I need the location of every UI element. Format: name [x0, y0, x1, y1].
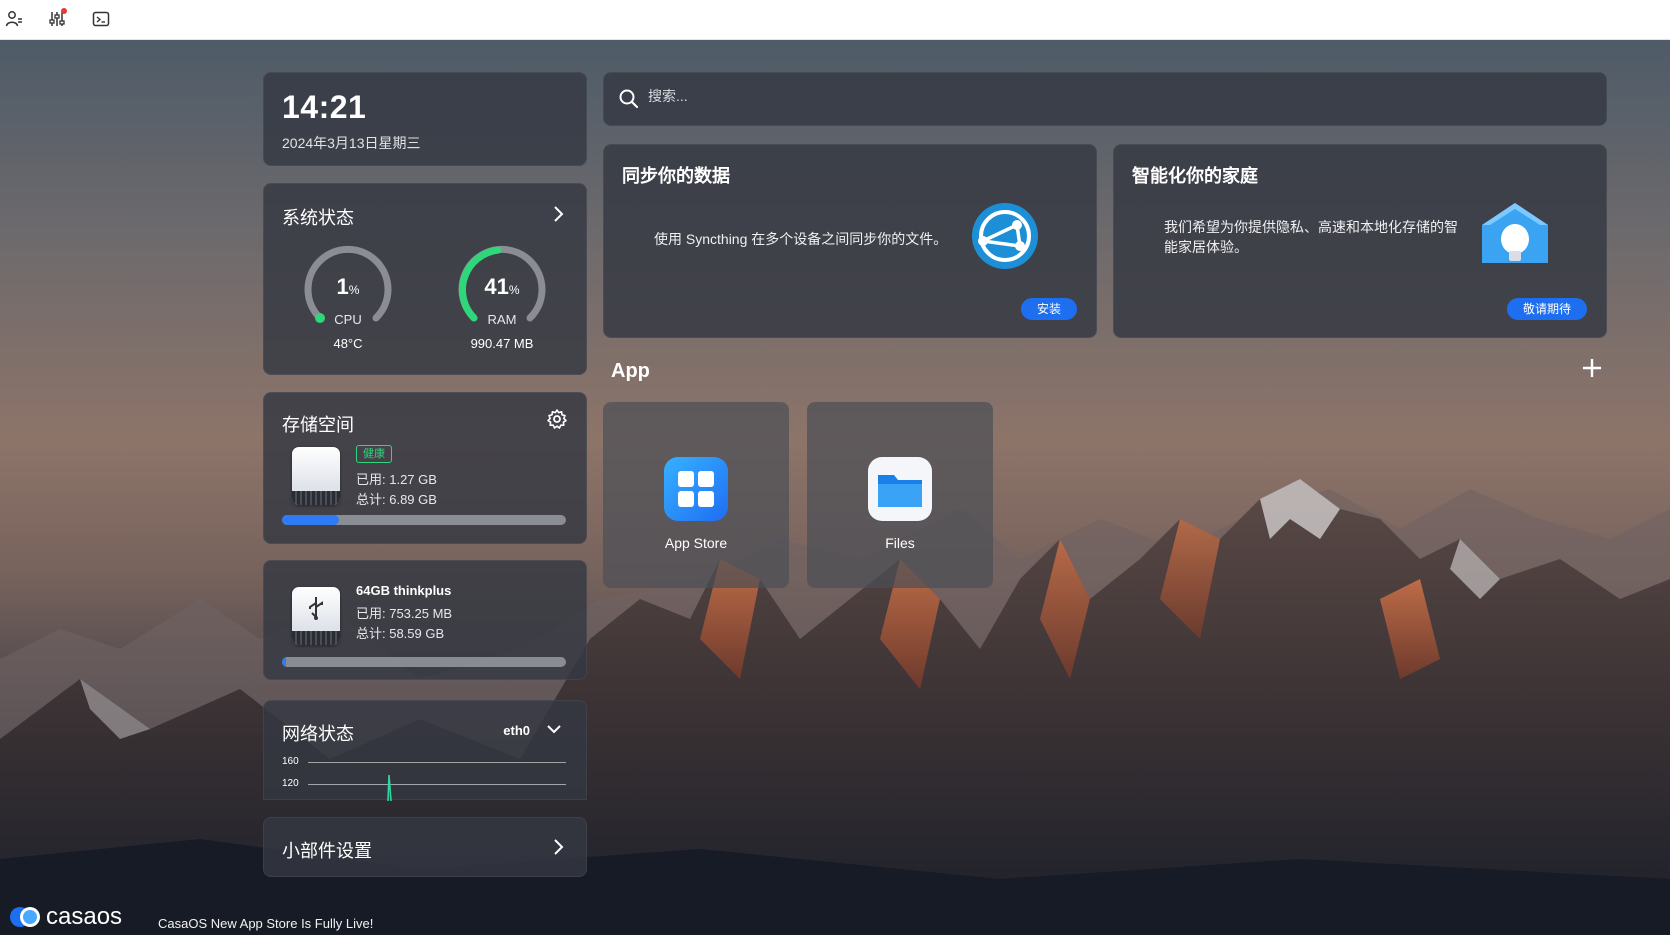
system-status-widget: 系统状态 1% CPU 48°C 41% RAM 990.47 MB: [263, 183, 587, 375]
ram-value: 41%: [484, 274, 520, 299]
network-title: 网络状态: [282, 724, 354, 744]
ram-label: RAM: [487, 312, 517, 327]
cpu-temp: 48°C: [333, 336, 363, 351]
settings-sliders-icon[interactable]: [46, 8, 68, 30]
cpu-value: 1%: [336, 274, 360, 299]
smart-home-icon: [1480, 201, 1550, 271]
network-gridline: [308, 762, 566, 763]
chevron-right-icon[interactable]: [546, 835, 570, 859]
promo-title: 同步你的数据: [622, 166, 730, 186]
usb-drive-name: 64GB thinkplus: [356, 583, 452, 598]
usb-storage-widget: 64GB thinkplus 已用: 753.25 MB 总计: 58.59 G…: [263, 560, 587, 680]
storage-widget: 存储空间 健康 已用: 1.27 GB 总计: 6.89 GB: [263, 392, 587, 544]
svg-text:casaos: casaos: [46, 903, 122, 930]
network-traffic-line: [387, 774, 392, 801]
usb-drive-icon: [292, 587, 340, 645]
search-input[interactable]: [646, 87, 1450, 105]
promo-card-sync: 同步你的数据 使用 Syncthing 在多个设备之间同步你的文件。 安装: [603, 144, 1097, 338]
drive-usage-fill: [282, 515, 339, 525]
promo-text: 使用 Syncthing 在多个设备之间同步你的文件。: [654, 231, 948, 247]
app-store-icon: [664, 457, 728, 521]
cpu-label: CPU: [334, 312, 362, 327]
search-icon: [618, 88, 640, 110]
notification-dot: [61, 8, 67, 14]
casaos-logo: casaos: [6, 900, 146, 930]
drive-used: 已用: 1.27 GB: [356, 472, 437, 487]
usb-usage-bar: [282, 657, 566, 667]
terminal-icon[interactable]: [90, 8, 112, 30]
clock-widget: 14:21 2024年3月13日星期三: [263, 72, 587, 166]
ram-gauge: 41% RAM 990.47 MB: [452, 240, 552, 351]
chevron-down-icon[interactable]: [544, 719, 564, 739]
chevron-right-icon[interactable]: [546, 202, 570, 226]
promo-title: 智能化你的家庭: [1132, 166, 1258, 186]
network-interface-select[interactable]: eth0: [503, 723, 530, 738]
footer-announcement[interactable]: CasaOS New App Store Is Fully Live!: [158, 916, 373, 931]
ram-usage: 990.47 MB: [470, 336, 534, 351]
usb-usage-fill: [282, 657, 286, 667]
clock-time: 14:21: [282, 89, 367, 125]
app-label: App Store: [664, 535, 728, 551]
install-button[interactable]: 安装: [1021, 298, 1077, 320]
plus-icon: [1583, 359, 1601, 377]
clock-date: 2024年3月13日星期三: [282, 135, 421, 151]
apps-section-title: App: [611, 360, 650, 382]
promo-card-smart-home: 智能化你的家庭 我们希望为你提供隐私、高速和本地化存储的智能家居体验。 敬请期待: [1113, 144, 1607, 338]
storage-title: 存储空间: [282, 415, 354, 435]
widget-settings-label: 小部件设置: [282, 841, 372, 861]
network-widget: 网络状态 eth0 160 120: [263, 700, 587, 801]
hard-drive-icon: [292, 447, 340, 505]
account-icon[interactable]: [3, 8, 25, 30]
system-status-title: 系统状态: [282, 208, 354, 228]
gear-icon[interactable]: [546, 408, 568, 430]
coming-soon-button[interactable]: 敬请期待: [1507, 298, 1587, 320]
promo-text: 我们希望为你提供隐私、高速和本地化存储的智能家居体验。: [1164, 219, 1458, 255]
drive-usage-bar: [282, 515, 566, 525]
drive-total: 总计: 6.89 GB: [356, 492, 437, 507]
search-bar[interactable]: [603, 72, 1607, 126]
health-badge: 健康: [356, 445, 392, 463]
app-tile-app-store[interactable]: App Store: [603, 402, 789, 588]
usb-drive-used: 已用: 753.25 MB: [356, 606, 453, 621]
syncthing-icon: [970, 201, 1040, 271]
add-app-button[interactable]: [1580, 356, 1604, 380]
cpu-gauge: 1% CPU 48°C: [298, 240, 398, 351]
network-axis-label: 160: [282, 756, 299, 767]
widget-settings-button[interactable]: 小部件设置: [263, 817, 587, 877]
top-bar: [0, 0, 1670, 40]
files-icon: [868, 457, 932, 521]
app-label: Files: [885, 535, 915, 551]
network-axis-label: 120: [282, 778, 299, 789]
usb-drive-total: 总计: 58.59 GB: [356, 626, 445, 641]
app-tile-files[interactable]: Files: [807, 402, 993, 588]
